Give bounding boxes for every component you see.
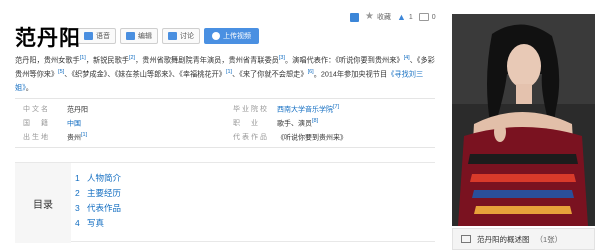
toc-item[interactable]: 2 主要经历 [75, 186, 121, 201]
gallery-icon [461, 235, 471, 243]
toc-item[interactable]: 4 写真 [75, 216, 121, 231]
summary-text: 、《织梦成金》、《妹在茶山等郎来》、《幸福桃花开》 [64, 69, 226, 79]
pencil-icon [126, 32, 135, 40]
summary-text: 、《来了你就不会想走》 [232, 69, 308, 79]
info-label: 毕业院校 [233, 105, 269, 113]
action-bar: ★ 收藏 ▲ 1 0 [350, 12, 436, 22]
voice-label: 语音 [96, 33, 110, 40]
nationality-link[interactable]: 中国 [67, 120, 81, 127]
toc-heading: 目录 [15, 163, 71, 243]
upload-video-label: 上传视频 [223, 33, 251, 40]
voice-button[interactable]: 语音 [78, 28, 116, 44]
summary-text: ，贵州省歌舞剧院青年演员，贵州省青联委员 [135, 55, 279, 65]
page-title: 范丹阳 [15, 27, 81, 50]
share-icon [418, 13, 429, 21]
star-icon: ★ [365, 11, 374, 22]
info-cell: 毕业院校 西南大学音乐学院[7] [225, 104, 435, 114]
toc-item[interactable]: 1 人物简介 [75, 171, 121, 186]
collect-button[interactable]: ★ 收藏 [365, 12, 391, 22]
info-cell: 中文名 范丹阳 [15, 104, 225, 114]
table-of-contents: 目录 1 人物简介 2 主要经历 3 代表作品 4 写真 [15, 162, 435, 243]
ref-link[interactable]: [7] [333, 104, 339, 110]
edit-label: 编辑 [138, 33, 152, 40]
edit-button[interactable]: 编辑 [120, 28, 158, 44]
caption-text: 范丹阳的概述图 [477, 234, 530, 244]
info-cell: 国 籍 中国 [15, 118, 225, 128]
summary-text: 。2014年参加央视节目 [313, 69, 388, 79]
ref-link[interactable]: [8] [312, 118, 318, 124]
summary-photo[interactable] [452, 14, 595, 226]
info-label: 代表作品 [233, 133, 269, 141]
info-label: 国 籍 [23, 119, 50, 127]
photo-count: （1张） [535, 234, 563, 244]
toc-item-number: 1 [75, 173, 80, 183]
info-value: 《听说你要到贵州来》 [277, 132, 347, 142]
discuss-button[interactable]: 讨论 [162, 28, 200, 44]
info-value-text: 范丹阳 [67, 106, 88, 114]
info-row: 国 籍 中国 职 业 歌手、演员[8] [15, 116, 435, 130]
info-value: 歌手、演员[8] [277, 118, 318, 128]
upload-video-button[interactable]: 上传视频 [204, 28, 259, 44]
ref-link[interactable]: [1] [81, 132, 87, 138]
toc-item-number: 3 [75, 203, 80, 213]
info-cell: 出生地 贵州[1] [15, 132, 225, 142]
like-count: 1 [408, 13, 413, 21]
toc-item[interactable]: 3 代表作品 [75, 201, 121, 216]
basic-info-table: 中文名 范丹阳 毕业院校 西南大学音乐学院[7] 国 籍 中国 职 业 歌手、演… [15, 98, 435, 148]
chat-icon [168, 32, 177, 40]
info-value-text: 贵州 [67, 134, 81, 142]
toc-item-number: 2 [75, 188, 80, 198]
notes-button[interactable] [350, 12, 359, 22]
toc-item-number: 4 [75, 218, 80, 228]
info-label: 出生地 [23, 133, 50, 141]
headphones-icon [84, 32, 93, 40]
info-value-text: 《听说你要到贵州来》 [277, 134, 347, 142]
info-value: 贵州[1] [67, 132, 87, 142]
info-row: 出生地 贵州[1] 代表作品 《听说你要到贵州来》 [15, 130, 435, 144]
school-link[interactable]: 西南大学音乐学院 [277, 106, 333, 113]
collect-label: 收藏 [376, 14, 391, 21]
thumbs-up-icon: ▲ [396, 12, 406, 22]
info-label: 职 业 [233, 119, 260, 127]
share-button[interactable]: 0 [418, 13, 436, 21]
summary-text: 范丹阳，贵州女歌手 [15, 55, 80, 65]
discuss-label: 讨论 [180, 33, 194, 40]
summary-paragraph: 范丹阳，贵州女歌手[1]，新锐民歌手[2]，贵州省歌舞剧院青年演员，贵州省青联委… [15, 52, 435, 94]
notes-icon [350, 12, 359, 22]
toc-list: 1 人物简介 2 主要经历 3 代表作品 4 写真 [75, 171, 121, 231]
toolbar: 语音 编辑 讨论 上传视频 [78, 28, 259, 44]
toc-item-label: 主要经历 [87, 188, 122, 198]
info-value-text: 歌手、演员 [277, 120, 312, 128]
summary-text: 。演唱代表作：《听说你要到贵州来》 [284, 55, 404, 65]
photo-caption[interactable]: 范丹阳的概述图 （1张） [452, 228, 595, 250]
info-row: 中文名 范丹阳 毕业院校 西南大学音乐学院[7] [15, 102, 435, 116]
info-value: 中国 [67, 118, 81, 128]
info-value: 西南大学音乐学院[7] [277, 104, 339, 114]
portrait-image [452, 14, 595, 226]
summary-text: 。 [25, 82, 33, 92]
toc-item-label: 写真 [87, 218, 105, 228]
info-value: 范丹阳 [67, 104, 88, 114]
share-count: 0 [431, 13, 436, 21]
like-button[interactable]: ▲ 1 [397, 12, 413, 22]
summary-text: ，新锐民歌手 [85, 55, 129, 65]
plus-icon [212, 32, 220, 40]
info-cell: 职 业 歌手、演员[8] [225, 118, 435, 128]
toc-item-label: 人物简介 [87, 173, 122, 183]
toc-item-label: 代表作品 [87, 203, 122, 213]
info-label: 中文名 [23, 105, 50, 113]
info-cell: 代表作品 《听说你要到贵州来》 [225, 132, 435, 142]
